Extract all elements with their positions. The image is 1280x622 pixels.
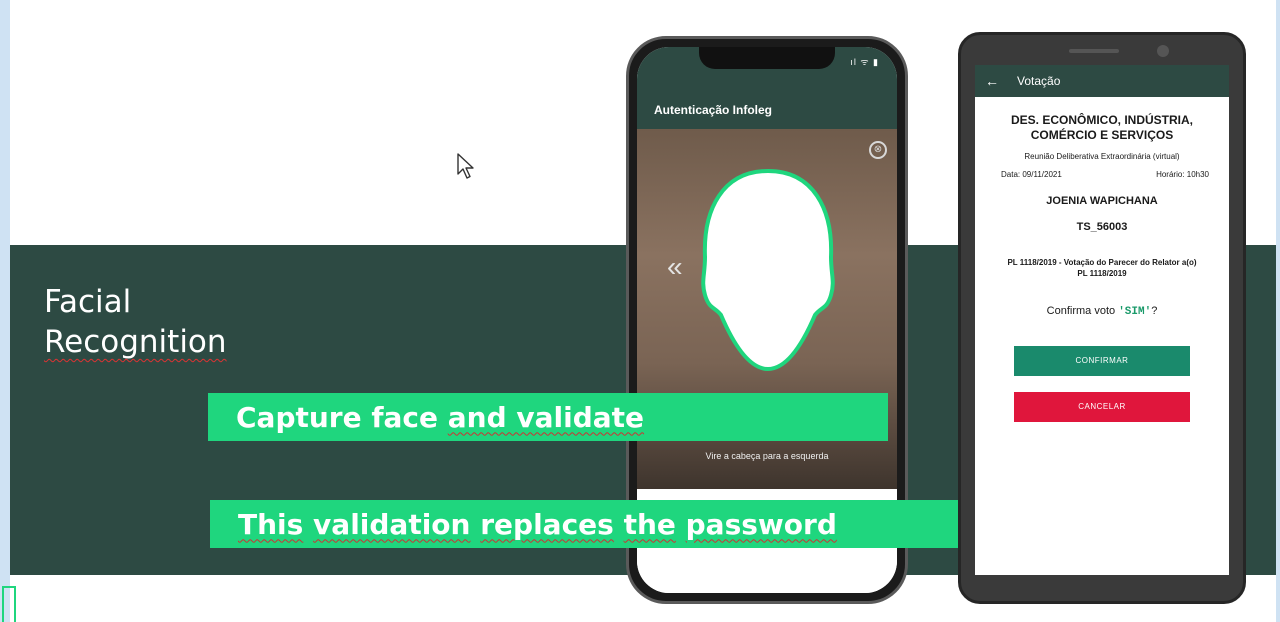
chevron-left-double-icon: « — [667, 251, 683, 282]
phone-camera — [1157, 45, 1169, 57]
replaces-password-banner: This validation replaces the password — [210, 500, 958, 548]
banner2-word4: the — [623, 507, 676, 541]
confirm-suffix: ? — [1151, 305, 1158, 317]
meeting-date: Data: 09/11/2021 — [1001, 170, 1062, 179]
meeting-type: Reunião Deliberativa Extraordinária (vir… — [1024, 152, 1180, 161]
banner2-word1: This — [238, 507, 304, 541]
phone-speaker — [1069, 49, 1119, 53]
capture-face-banner: Capture face and validate — [208, 393, 888, 441]
auth-screen-title: Autenticação Infoleg — [654, 103, 773, 117]
phone1-header: ıl ᯤ ▮ Autenticação Infoleg — [637, 47, 897, 129]
slide-title: Facial Recognition — [44, 282, 227, 362]
slide-title-line2: Recognition — [44, 324, 227, 360]
head-turn-instruction: Vire a cabeça para a esquerda — [705, 451, 829, 461]
phone2-screen: ← Votação DES. ECONÔMICO, INDÚSTRIA, COM… — [975, 65, 1229, 575]
voting-screen-title: Votação — [1017, 74, 1061, 88]
committee-line1: DES. ECONÔMICO, INDÚSTRIA, — [1010, 113, 1193, 127]
banner1-part1: Capture face — [236, 400, 448, 434]
corner-frame-mark — [2, 586, 16, 622]
committee-line2: COMÉRCIO E SERVIÇOS — [1030, 128, 1174, 142]
banner1-part2: and validate — [447, 400, 645, 434]
committee-name: DES. ECONÔMICO, INDÚSTRIA, COMÉRCIO E SE… — [975, 113, 1229, 143]
confirm-prefix: Confirma voto — [1046, 305, 1119, 317]
meeting-time: Horário: 10h30 — [1156, 170, 1209, 179]
voter-name: JOENIA WAPICHANA — [1046, 195, 1158, 207]
phone-notch — [699, 47, 835, 69]
voting-content: DES. ECONÔMICO, INDÚSTRIA, COMÉRCIO E SE… — [975, 97, 1229, 422]
phone-voting: ← Votação DES. ECONÔMICO, INDÚSTRIA, COM… — [958, 32, 1246, 604]
face-outline-icon — [701, 168, 835, 372]
bill-line1: PL 1118/2019 - Votação do Parecer do Rel… — [1007, 258, 1197, 267]
bill-line2: PL 1118/2019 — [1077, 269, 1127, 278]
back-arrow-icon[interactable]: ← — [985, 73, 999, 89]
meeting-datetime: Data: 09/11/2021 Horário: 10h30 — [975, 170, 1229, 179]
banner2-word2: validation — [313, 507, 471, 541]
cancel-button[interactable]: CANCELAR — [1014, 392, 1190, 422]
status-bar-icons: ıl ᯤ ▮ — [850, 57, 879, 67]
voter-code: TS_56003 — [1076, 221, 1128, 233]
close-icon[interactable]: ⊗ — [869, 141, 887, 159]
bill-description: PL 1118/2019 - Votação do Parecer do Rel… — [975, 257, 1229, 279]
confirm-button[interactable]: CONFIRMAR — [1014, 346, 1190, 376]
slide-title-line1: Facial — [44, 284, 132, 320]
voting-app-bar: ← Votação — [975, 65, 1229, 97]
vote-confirmation-question: Confirma voto 'SIM'? — [975, 305, 1229, 318]
vote-value: 'SIM' — [1118, 306, 1152, 318]
banner2-word5: password — [685, 507, 837, 541]
banner2-word3: replaces — [480, 507, 614, 541]
mouse-pointer-icon — [457, 153, 474, 179]
presentation-slide: Facial Recognition ıl ᯤ ▮ Autenticação I… — [10, 0, 1276, 622]
